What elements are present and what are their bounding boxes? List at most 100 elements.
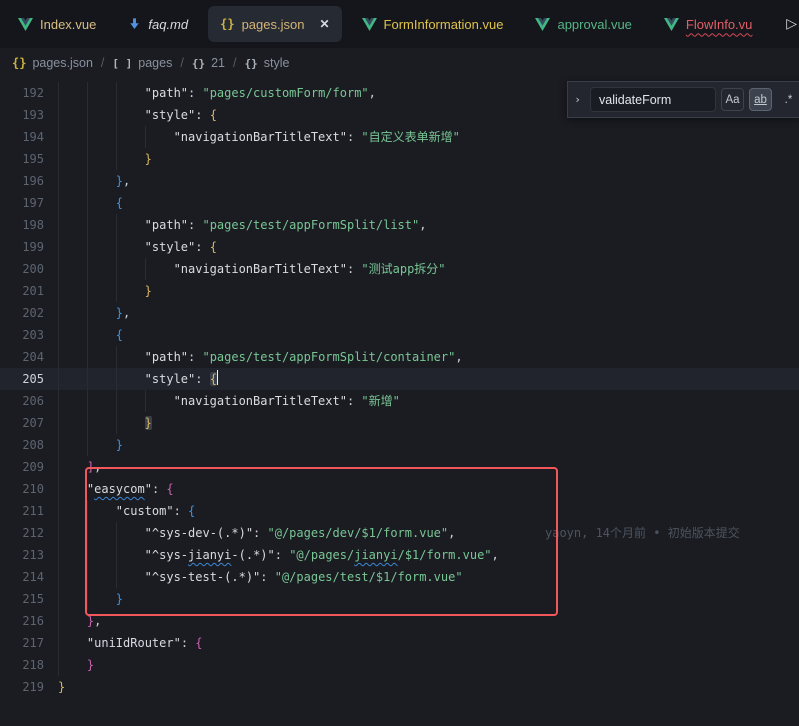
- fold-gutter: [44, 258, 58, 280]
- line-number: 205: [0, 368, 44, 390]
- breadcrumb-item-pages[interactable]: [ ]pages: [112, 56, 172, 70]
- editor-tab-bar: Index.vuefaq.md{}pages.json✕FormInformat…: [0, 0, 799, 48]
- code-line-content: "^sys-jianyi-(.*)": "@/pages/jianyi/$1/f…: [58, 544, 799, 566]
- fold-gutter: [44, 346, 58, 368]
- code-token: }: [145, 152, 152, 166]
- code-token: }: [116, 592, 123, 606]
- indent-guide-icon: [58, 280, 87, 302]
- code-line: 218}: [0, 654, 799, 676]
- line-number: 208: [0, 434, 44, 456]
- find-whole-word-button[interactable]: ab: [749, 88, 772, 111]
- code-token: easycom: [94, 482, 145, 496]
- tab-pages-json[interactable]: {}pages.json✕: [208, 6, 341, 42]
- code-token: ,: [94, 460, 101, 474]
- vue-icon: [18, 18, 33, 31]
- line-number: 199: [0, 236, 44, 258]
- breadcrumb-item-pages.json[interactable]: {} pages.json: [12, 56, 93, 70]
- code-line: 194"navigationBarTitleText": "自定义表单新增": [0, 126, 799, 148]
- code-token: "navigationBarTitleText": [174, 130, 347, 144]
- code-line-content: "path": "pages/test/appFormSplit/list",: [58, 214, 799, 236]
- line-number: 213: [0, 544, 44, 566]
- code-token: jianyi: [188, 548, 231, 562]
- code-token: :: [195, 240, 209, 254]
- breadcrumb-item-style[interactable]: {}style: [244, 56, 289, 70]
- breadcrumb-label: 21: [211, 56, 225, 70]
- code-line: 216},: [0, 610, 799, 632]
- find-input[interactable]: [590, 87, 716, 112]
- code-token: {: [166, 482, 173, 496]
- code-line-content: },: [58, 302, 799, 324]
- indent-guide-icon: [58, 368, 87, 390]
- code-token: {: [116, 328, 123, 342]
- code-token: ,: [369, 86, 376, 100]
- code-line: 205"style": {: [0, 368, 799, 390]
- fold-gutter: [44, 280, 58, 302]
- indent-guide-icon: [87, 192, 116, 214]
- code-token: :: [347, 262, 361, 276]
- fold-gutter: [44, 82, 58, 104]
- line-number: 207: [0, 412, 44, 434]
- array-symbol-icon: [ ]: [112, 57, 132, 70]
- code-token: :: [260, 570, 274, 584]
- code-line-content: }: [58, 654, 799, 676]
- line-number: 219: [0, 676, 44, 698]
- code-token: :: [188, 86, 202, 100]
- code-line-content: }: [58, 412, 799, 434]
- code-editor[interactable]: 192"path": "pages/customForm/form",193"s…: [0, 78, 799, 726]
- code-token: :: [181, 636, 195, 650]
- find-regex-button[interactable]: .*: [777, 88, 799, 111]
- code-token: :: [347, 394, 361, 408]
- indent-guide-icon: [58, 346, 87, 368]
- code-token: {: [210, 372, 217, 386]
- find-match-case-label: Aa: [725, 94, 739, 106]
- code-token: ,: [94, 614, 101, 628]
- code-line-content: {: [58, 192, 799, 214]
- run-icon[interactable]: ▷: [786, 15, 797, 32]
- line-number: 218: [0, 654, 44, 676]
- tab-forminformation-vue[interactable]: FormInformation.vue: [346, 6, 520, 42]
- line-number: 192: [0, 82, 44, 104]
- find-regex-label: .*: [785, 94, 793, 106]
- fold-gutter: [44, 456, 58, 478]
- breadcrumb: {}pages.json/[ ]pages/{}21/{}style: [0, 48, 799, 78]
- code-line-content: "navigationBarTitleText": "测试app拆分": [58, 258, 799, 280]
- indent-guide-icon: [58, 82, 87, 104]
- indent-guide-icon: [58, 192, 87, 214]
- find-expand-chevron-icon[interactable]: ›: [570, 93, 585, 106]
- fold-gutter: [44, 676, 58, 698]
- code-token: -(.*)": [231, 548, 274, 562]
- line-number: 197: [0, 192, 44, 214]
- json-icon: {}: [12, 56, 26, 70]
- tab-index-vue[interactable]: Index.vue: [2, 6, 112, 42]
- code-token: :: [253, 526, 267, 540]
- indent-guide-icon: [58, 434, 87, 456]
- find-match-case-button[interactable]: Aa: [721, 88, 744, 111]
- indent-guide-icon: [58, 500, 87, 522]
- vue-icon: [362, 18, 377, 31]
- code-line-content: ],: [58, 456, 799, 478]
- line-number: 195: [0, 148, 44, 170]
- line-number: 194: [0, 126, 44, 148]
- indent-guide-icon: [87, 368, 116, 390]
- line-number: 217: [0, 632, 44, 654]
- tab-flowinfo-vu[interactable]: FlowInfo.vu: [648, 6, 768, 42]
- close-icon[interactable]: ✕: [319, 17, 329, 31]
- code-area: 192"path": "pages/customForm/form",193"s…: [0, 78, 799, 698]
- tab-approval-vue[interactable]: approval.vue: [519, 6, 647, 42]
- fold-gutter: [44, 522, 58, 544]
- code-line: 206"navigationBarTitleText": "新增": [0, 390, 799, 412]
- indent-guide-icon: [116, 82, 145, 104]
- indent-guide-icon: [58, 456, 87, 478]
- indent-guide-icon: [116, 148, 145, 170]
- code-token: {: [116, 196, 123, 210]
- code-token: "navigationBarTitleText": [174, 262, 347, 276]
- indent-guide-icon: [87, 522, 116, 544]
- breadcrumb-label: pages.json: [32, 56, 92, 70]
- code-line: 210"easycom": {: [0, 478, 799, 500]
- indent-guide-icon: [87, 434, 116, 456]
- breadcrumb-item-21[interactable]: {}21: [192, 56, 225, 70]
- indent-guide-icon: [116, 346, 145, 368]
- tab-faq-md[interactable]: faq.md: [112, 6, 204, 42]
- code-line-content: }: [58, 676, 799, 698]
- code-token: ,: [123, 174, 130, 188]
